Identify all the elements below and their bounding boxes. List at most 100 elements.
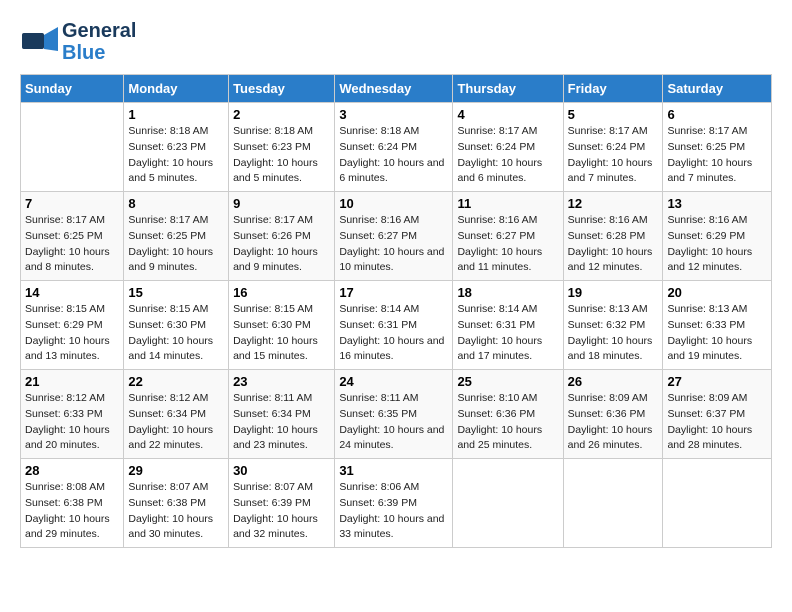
day-info: Sunrise: 8:14 AM Sunset: 6:31 PM Dayligh… [457, 302, 558, 365]
calendar-cell: 6 Sunrise: 8:17 AM Sunset: 6:25 PM Dayli… [663, 103, 772, 192]
calendar-cell: 16 Sunrise: 8:15 AM Sunset: 6:30 PM Dayl… [229, 281, 335, 370]
logo: General Blue [20, 20, 136, 64]
day-number: 18 [457, 285, 558, 300]
day-number: 31 [339, 463, 448, 478]
calendar-week-4: 21 Sunrise: 8:12 AM Sunset: 6:33 PM Dayl… [21, 370, 772, 459]
day-info: Sunrise: 8:14 AM Sunset: 6:31 PM Dayligh… [339, 302, 448, 365]
day-info: Sunrise: 8:11 AM Sunset: 6:34 PM Dayligh… [233, 391, 330, 454]
calendar-cell: 8 Sunrise: 8:17 AM Sunset: 6:25 PM Dayli… [124, 192, 229, 281]
calendar-cell [21, 103, 124, 192]
page-header: General Blue [20, 20, 772, 64]
calendar-cell: 22 Sunrise: 8:12 AM Sunset: 6:34 PM Dayl… [124, 370, 229, 459]
day-number: 29 [128, 463, 224, 478]
weekday-header-thursday: Thursday [453, 75, 563, 103]
day-info: Sunrise: 8:11 AM Sunset: 6:35 PM Dayligh… [339, 391, 448, 454]
weekday-header-saturday: Saturday [663, 75, 772, 103]
calendar-week-5: 28 Sunrise: 8:08 AM Sunset: 6:38 PM Dayl… [21, 459, 772, 548]
logo-icon [20, 23, 58, 61]
calendar-cell: 4 Sunrise: 8:17 AM Sunset: 6:24 PM Dayli… [453, 103, 563, 192]
day-number: 13 [667, 196, 767, 211]
day-info: Sunrise: 8:18 AM Sunset: 6:24 PM Dayligh… [339, 124, 448, 187]
calendar-cell: 3 Sunrise: 8:18 AM Sunset: 6:24 PM Dayli… [335, 103, 453, 192]
day-number: 26 [568, 374, 659, 389]
calendar-week-1: 1 Sunrise: 8:18 AM Sunset: 6:23 PM Dayli… [21, 103, 772, 192]
day-number: 12 [568, 196, 659, 211]
calendar-cell: 9 Sunrise: 8:17 AM Sunset: 6:26 PM Dayli… [229, 192, 335, 281]
weekday-header-friday: Friday [563, 75, 663, 103]
day-number: 5 [568, 107, 659, 122]
day-number: 22 [128, 374, 224, 389]
weekday-header-monday: Monday [124, 75, 229, 103]
calendar-cell: 29 Sunrise: 8:07 AM Sunset: 6:38 PM Dayl… [124, 459, 229, 548]
day-number: 27 [667, 374, 767, 389]
day-number: 9 [233, 196, 330, 211]
day-info: Sunrise: 8:15 AM Sunset: 6:30 PM Dayligh… [128, 302, 224, 365]
calendar-cell: 10 Sunrise: 8:16 AM Sunset: 6:27 PM Dayl… [335, 192, 453, 281]
day-info: Sunrise: 8:17 AM Sunset: 6:25 PM Dayligh… [667, 124, 767, 187]
day-info: Sunrise: 8:16 AM Sunset: 6:27 PM Dayligh… [339, 213, 448, 276]
calendar-cell: 31 Sunrise: 8:06 AM Sunset: 6:39 PM Dayl… [335, 459, 453, 548]
calendar-cell: 19 Sunrise: 8:13 AM Sunset: 6:32 PM Dayl… [563, 281, 663, 370]
calendar-table: SundayMondayTuesdayWednesdayThursdayFrid… [20, 74, 772, 548]
calendar-cell: 14 Sunrise: 8:15 AM Sunset: 6:29 PM Dayl… [21, 281, 124, 370]
day-info: Sunrise: 8:10 AM Sunset: 6:36 PM Dayligh… [457, 391, 558, 454]
day-number: 1 [128, 107, 224, 122]
calendar-cell [563, 459, 663, 548]
weekday-header-tuesday: Tuesday [229, 75, 335, 103]
calendar-cell: 20 Sunrise: 8:13 AM Sunset: 6:33 PM Dayl… [663, 281, 772, 370]
logo-line1: General [62, 20, 136, 42]
day-info: Sunrise: 8:17 AM Sunset: 6:26 PM Dayligh… [233, 213, 330, 276]
day-info: Sunrise: 8:16 AM Sunset: 6:27 PM Dayligh… [457, 213, 558, 276]
day-number: 25 [457, 374, 558, 389]
day-info: Sunrise: 8:13 AM Sunset: 6:33 PM Dayligh… [667, 302, 767, 365]
calendar-week-3: 14 Sunrise: 8:15 AM Sunset: 6:29 PM Dayl… [21, 281, 772, 370]
day-number: 20 [667, 285, 767, 300]
logo-line2: Blue [62, 42, 136, 64]
calendar-cell: 25 Sunrise: 8:10 AM Sunset: 6:36 PM Dayl… [453, 370, 563, 459]
day-info: Sunrise: 8:15 AM Sunset: 6:30 PM Dayligh… [233, 302, 330, 365]
day-number: 2 [233, 107, 330, 122]
calendar-cell: 30 Sunrise: 8:07 AM Sunset: 6:39 PM Dayl… [229, 459, 335, 548]
day-info: Sunrise: 8:17 AM Sunset: 6:24 PM Dayligh… [568, 124, 659, 187]
day-info: Sunrise: 8:08 AM Sunset: 6:38 PM Dayligh… [25, 480, 119, 543]
day-info: Sunrise: 8:09 AM Sunset: 6:36 PM Dayligh… [568, 391, 659, 454]
calendar-cell: 27 Sunrise: 8:09 AM Sunset: 6:37 PM Dayl… [663, 370, 772, 459]
day-info: Sunrise: 8:16 AM Sunset: 6:29 PM Dayligh… [667, 213, 767, 276]
calendar-cell: 11 Sunrise: 8:16 AM Sunset: 6:27 PM Dayl… [453, 192, 563, 281]
calendar-cell: 2 Sunrise: 8:18 AM Sunset: 6:23 PM Dayli… [229, 103, 335, 192]
calendar-cell: 23 Sunrise: 8:11 AM Sunset: 6:34 PM Dayl… [229, 370, 335, 459]
day-info: Sunrise: 8:12 AM Sunset: 6:34 PM Dayligh… [128, 391, 224, 454]
day-number: 21 [25, 374, 119, 389]
day-number: 16 [233, 285, 330, 300]
calendar-cell [663, 459, 772, 548]
day-number: 7 [25, 196, 119, 211]
day-info: Sunrise: 8:13 AM Sunset: 6:32 PM Dayligh… [568, 302, 659, 365]
calendar-cell: 13 Sunrise: 8:16 AM Sunset: 6:29 PM Dayl… [663, 192, 772, 281]
calendar-cell: 18 Sunrise: 8:14 AM Sunset: 6:31 PM Dayl… [453, 281, 563, 370]
day-number: 11 [457, 196, 558, 211]
day-info: Sunrise: 8:18 AM Sunset: 6:23 PM Dayligh… [233, 124, 330, 187]
calendar-cell: 24 Sunrise: 8:11 AM Sunset: 6:35 PM Dayl… [335, 370, 453, 459]
day-number: 4 [457, 107, 558, 122]
calendar-cell: 28 Sunrise: 8:08 AM Sunset: 6:38 PM Dayl… [21, 459, 124, 548]
day-info: Sunrise: 8:16 AM Sunset: 6:28 PM Dayligh… [568, 213, 659, 276]
day-info: Sunrise: 8:07 AM Sunset: 6:39 PM Dayligh… [233, 480, 330, 543]
day-number: 8 [128, 196, 224, 211]
day-number: 24 [339, 374, 448, 389]
day-number: 28 [25, 463, 119, 478]
day-info: Sunrise: 8:12 AM Sunset: 6:33 PM Dayligh… [25, 391, 119, 454]
day-info: Sunrise: 8:07 AM Sunset: 6:38 PM Dayligh… [128, 480, 224, 543]
calendar-week-2: 7 Sunrise: 8:17 AM Sunset: 6:25 PM Dayli… [21, 192, 772, 281]
day-number: 23 [233, 374, 330, 389]
day-number: 3 [339, 107, 448, 122]
day-info: Sunrise: 8:15 AM Sunset: 6:29 PM Dayligh… [25, 302, 119, 365]
calendar-cell: 15 Sunrise: 8:15 AM Sunset: 6:30 PM Dayl… [124, 281, 229, 370]
day-number: 10 [339, 196, 448, 211]
calendar-cell: 1 Sunrise: 8:18 AM Sunset: 6:23 PM Dayli… [124, 103, 229, 192]
calendar-cell: 26 Sunrise: 8:09 AM Sunset: 6:36 PM Dayl… [563, 370, 663, 459]
calendar-cell: 12 Sunrise: 8:16 AM Sunset: 6:28 PM Dayl… [563, 192, 663, 281]
day-info: Sunrise: 8:09 AM Sunset: 6:37 PM Dayligh… [667, 391, 767, 454]
weekday-header-sunday: Sunday [21, 75, 124, 103]
day-info: Sunrise: 8:17 AM Sunset: 6:25 PM Dayligh… [128, 213, 224, 276]
day-number: 17 [339, 285, 448, 300]
